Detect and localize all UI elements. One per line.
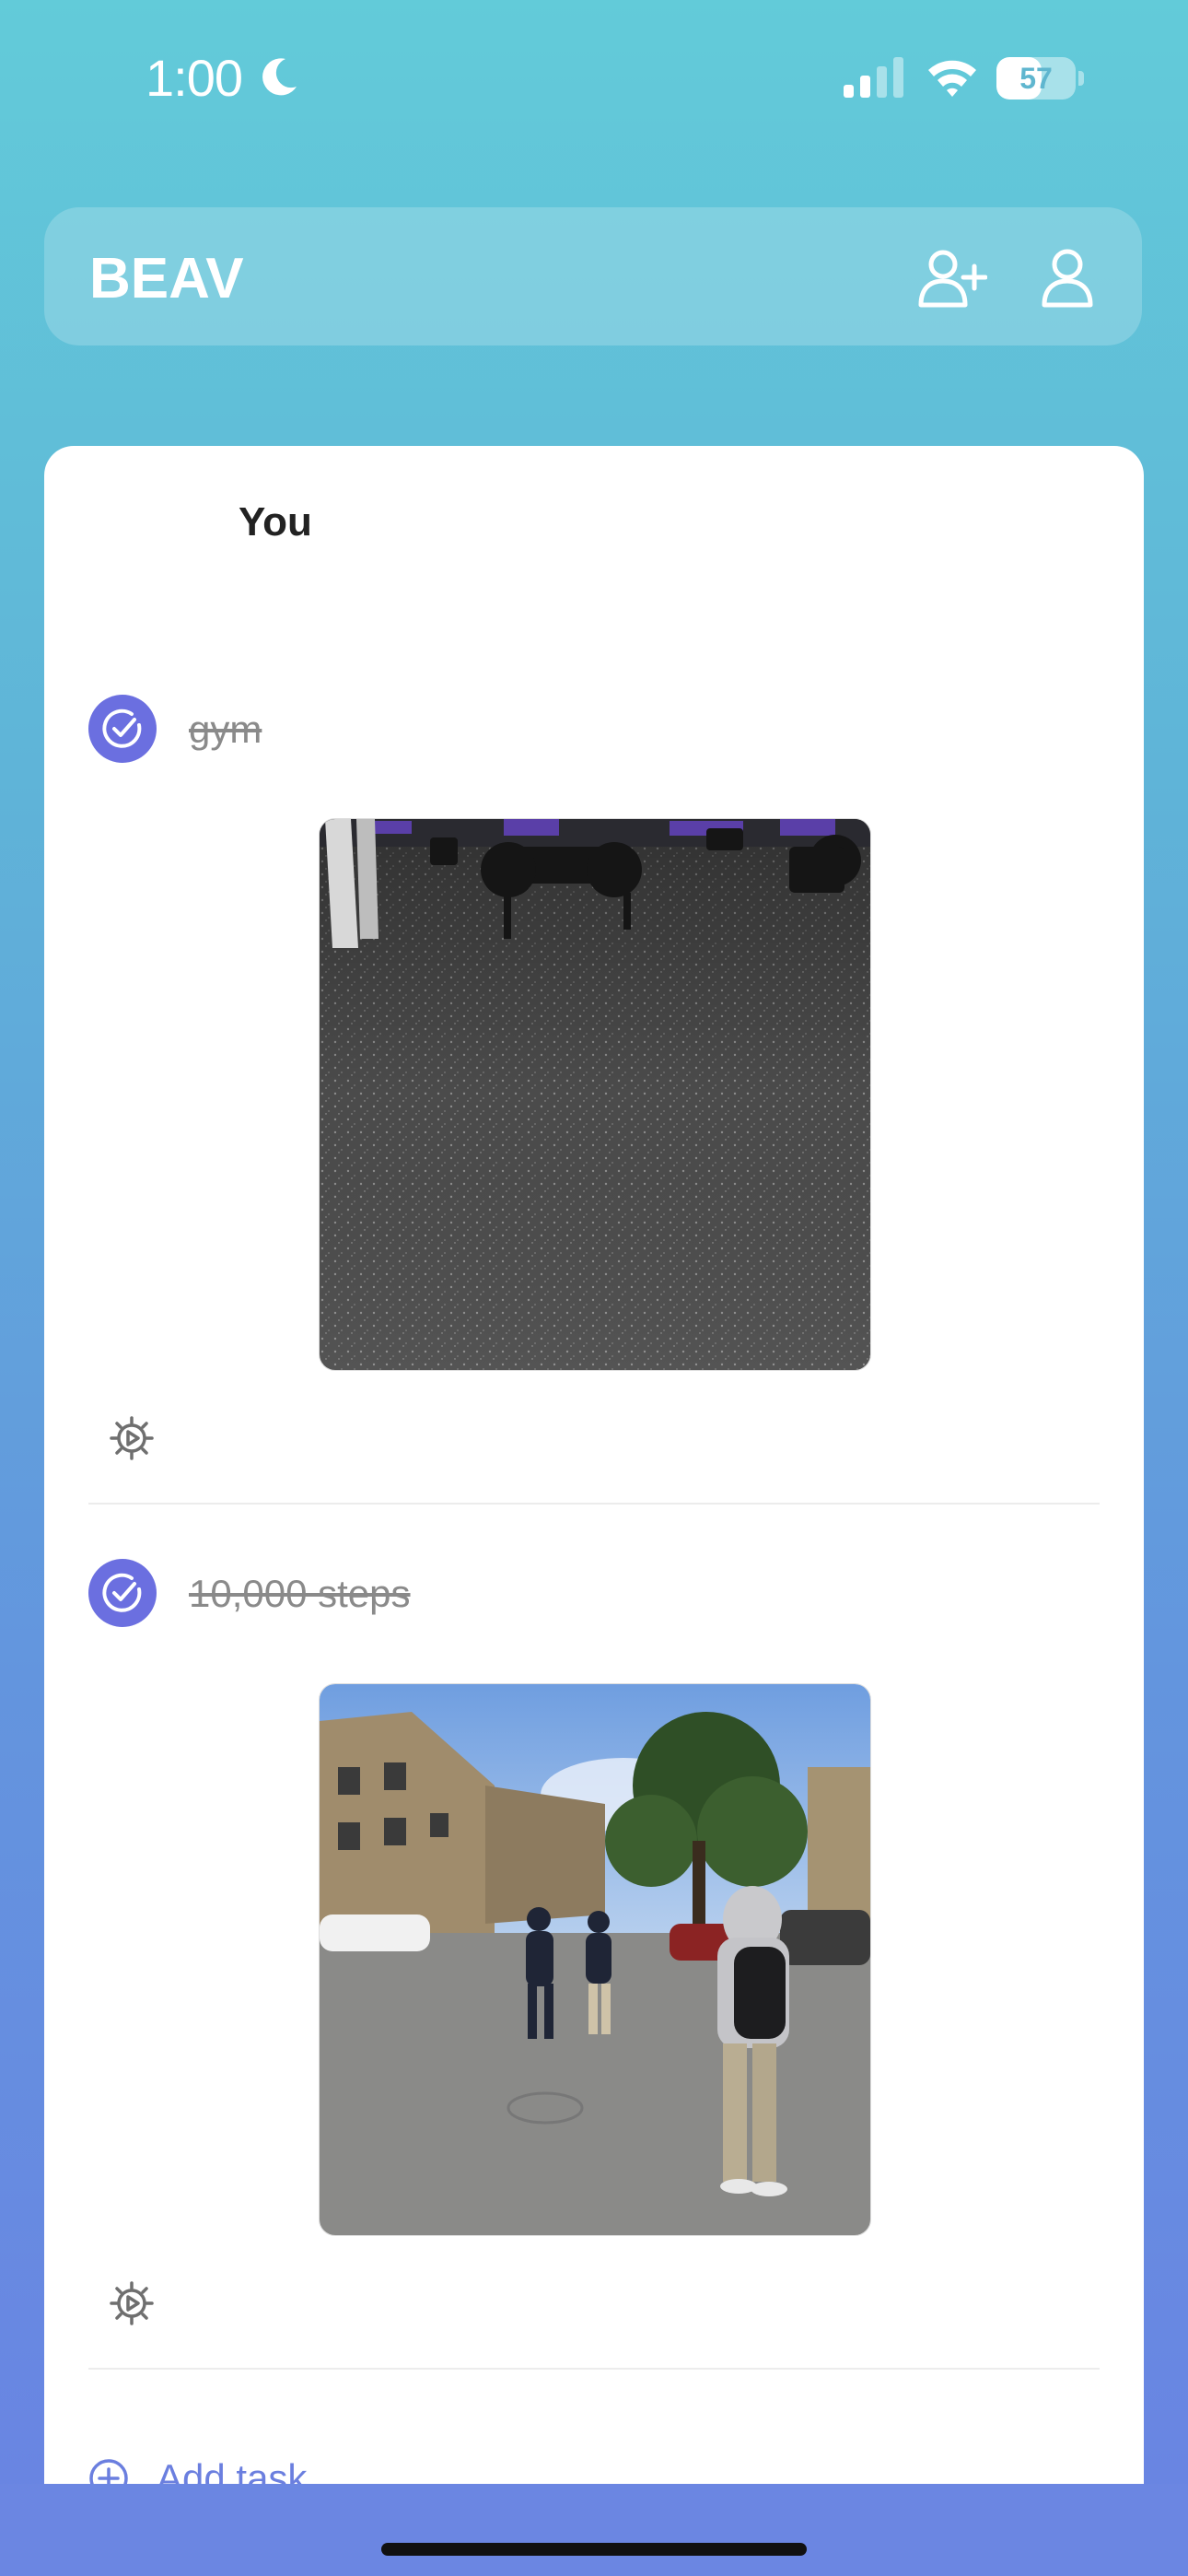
task-photo-gym[interactable] — [319, 818, 871, 1371]
home-indicator[interactable] — [381, 2543, 807, 2556]
status-time: 1:00 — [146, 49, 243, 107]
task-complete-toggle[interactable] — [88, 1559, 157, 1627]
status-bar: 1:00 57 — [0, 0, 1188, 157]
app-header: BEAV — [44, 207, 1142, 345]
card-owner-name: You — [239, 499, 312, 544]
wifi-icon — [928, 60, 976, 97]
battery-indicator: 57 — [996, 57, 1085, 101]
bottom-safe-area — [0, 2484, 1188, 2576]
app-title: BEAV — [89, 247, 244, 310]
battery-percent: 57 — [1019, 62, 1053, 95]
add-task-label: Add task — [157, 2456, 308, 2484]
plus-circle-icon — [89, 2459, 128, 2484]
task-title: 10,000 steps — [189, 1572, 411, 1615]
gear-icon[interactable] — [109, 2280, 155, 2326]
member-task-card: You gym 10,000 steps Add task — [44, 446, 1144, 2484]
task-complete-toggle[interactable] — [88, 695, 157, 763]
cellular-signal-icon — [844, 57, 903, 98]
task-title: gym — [189, 708, 262, 751]
check-circle-icon — [102, 1573, 142, 1612]
profile-icon[interactable] — [1037, 248, 1098, 309]
task-divider — [88, 2368, 1100, 2370]
check-circle-icon — [102, 708, 142, 748]
add-friend-icon[interactable] — [917, 248, 987, 309]
gear-icon[interactable] — [109, 1415, 155, 1461]
task-photo-steps[interactable] — [319, 1683, 871, 2236]
task-divider — [88, 1503, 1100, 1505]
moon-icon — [262, 58, 297, 96]
